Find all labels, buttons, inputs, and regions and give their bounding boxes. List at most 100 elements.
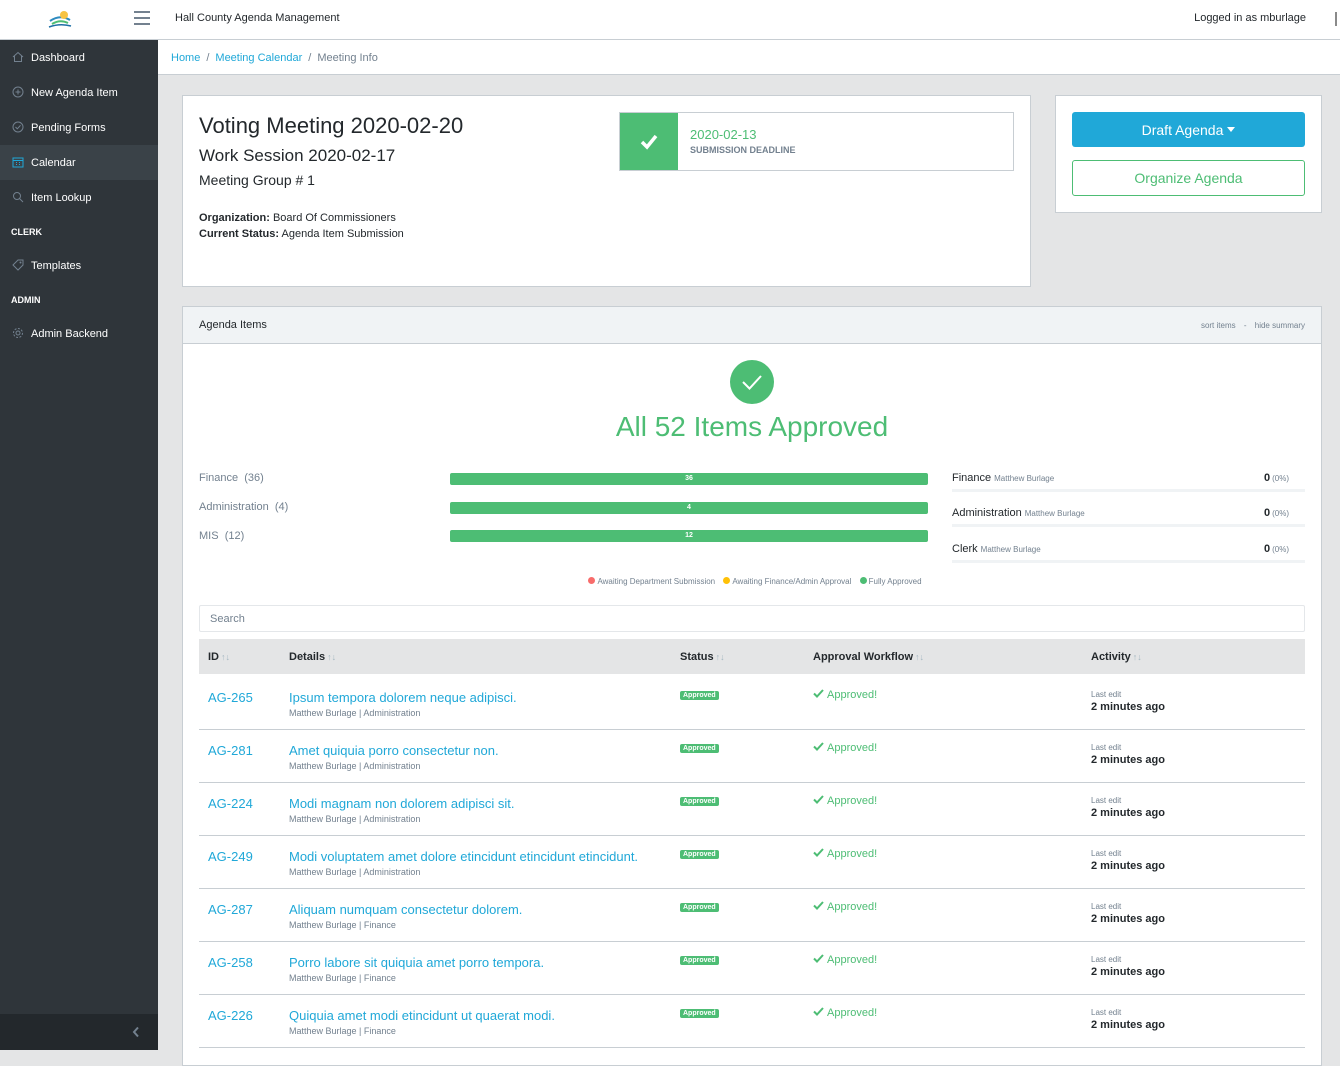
sidebar-item-admin-backend[interactable]: Admin Backend <box>0 316 158 351</box>
column-status[interactable]: Status ↑↓ <box>680 651 725 663</box>
last-edit-time: 2 minutes ago <box>1091 860 1165 872</box>
page-scrollbar[interactable] <box>1332 0 1340 40</box>
item-id-link[interactable]: AG-249 <box>208 849 253 864</box>
sidebar-minimizer[interactable] <box>0 1014 158 1050</box>
approval-workflow: Approved! <box>813 742 877 754</box>
organize-agenda-button[interactable]: Organize Agenda <box>1072 160 1305 196</box>
link-separator: - <box>1243 321 1247 330</box>
item-title-link[interactable]: Ipsum tempora dolorem neque adipisci. <box>289 690 517 705</box>
hall-county-logo[interactable] <box>46 8 74 30</box>
agenda-items-header: Agenda Items sort items - hide summary <box>183 307 1321 344</box>
plus-circle-icon <box>12 86 24 98</box>
last-edit-label: Last edit <box>1091 690 1122 699</box>
status-value: Agenda Item Submission <box>281 228 404 240</box>
last-edit-time: 2 minutes ago <box>1091 807 1165 819</box>
table-row[interactable]: AG-281 Amet quiquia porro consectetur non… <box>199 730 1305 783</box>
category-progress-bar: 12 <box>450 530 928 542</box>
submission-deadline-widget: 2020-02-13 SUBMISSION DEADLINE <box>619 112 1014 171</box>
table-row[interactable]: AG-287 Aliquam numquam consectetur dolore… <box>199 889 1305 942</box>
item-title-link[interactable]: Aliquam numquam consectetur dolorem. <box>289 902 522 917</box>
caret-down-icon <box>1227 127 1236 132</box>
item-title-link[interactable]: Modi magnam non dolorem adipisci sit. <box>289 796 514 811</box>
item-id-link[interactable]: AG-224 <box>208 796 253 811</box>
check-icon <box>813 689 824 698</box>
item-id-link[interactable]: AG-258 <box>208 955 253 970</box>
sort-icon: ↑↓ <box>327 652 337 662</box>
draft-agenda-button[interactable]: Draft Agenda <box>1072 112 1305 147</box>
home-icon <box>12 51 24 62</box>
approver-count: 0 (0%) <box>1263 543 1289 555</box>
work-session: Work Session 2020-02-17 <box>199 146 396 165</box>
category-finance: Finance (36) <box>199 472 264 484</box>
last-edit-label: Last edit <box>1091 849 1122 858</box>
check-icon <box>813 1007 824 1016</box>
column-id[interactable]: ID ↑↓ <box>208 651 230 663</box>
item-id-link[interactable]: AG-226 <box>208 1008 253 1023</box>
category-name: MIS <box>199 530 219 542</box>
yellow-dot-icon <box>723 577 731 584</box>
sidebar-item-pending-forms[interactable]: Pending Forms <box>0 110 158 145</box>
sidebar-item-label: Item Lookup <box>31 191 92 204</box>
agenda-items-title: Agenda Items <box>199 319 267 331</box>
sidebar-item-templates[interactable]: Templates <box>0 248 158 283</box>
hide-summary-link[interactable]: hide summary <box>1255 321 1305 330</box>
column-approval-workflow[interactable]: Approval Workflow ↑↓ <box>813 651 924 663</box>
item-meta: Matthew Burlage | Administration <box>289 867 421 877</box>
top-header: Hall County Agenda Management Logged in … <box>0 0 1340 40</box>
deadline-date: 2020-02-13 <box>690 127 757 142</box>
meeting-info-card: Voting Meeting 2020-02-20 Work Session 2… <box>182 95 1031 287</box>
item-title-link[interactable]: Porro labore sit quiquia amet porro temp… <box>289 955 544 970</box>
table-row[interactable]: AG-224 Modi magnam non dolorem adipisci s… <box>199 783 1305 836</box>
breadcrumb-separator: / <box>206 52 210 64</box>
approval-workflow: Approved! <box>813 901 877 913</box>
last-edit-time: 2 minutes ago <box>1091 754 1165 766</box>
breadcrumb-meeting-calendar[interactable]: Meeting Calendar <box>215 52 302 64</box>
menu-toggle-icon[interactable] <box>134 11 150 25</box>
sidebar-section-clerk: CLERK <box>11 226 42 237</box>
table-row[interactable]: AG-258 Porro labore sit quiquia amet porr… <box>199 942 1305 995</box>
red-dot-icon <box>588 577 596 584</box>
approver-progress <box>952 489 1305 492</box>
table-row[interactable]: AG-226 Quiquia amet modi etincidunt ut qu… <box>199 995 1305 1048</box>
sort-icon: ↑↓ <box>1132 652 1142 662</box>
meeting-title: Voting Meeting 2020-02-20 <box>199 113 464 138</box>
item-id-link[interactable]: AG-287 <box>208 902 253 917</box>
approval-workflow: Approved! <box>813 848 877 860</box>
last-edit-label: Last edit <box>1091 1008 1122 1017</box>
last-edit-time: 2 minutes ago <box>1091 1019 1165 1031</box>
approval-workflow: Approved! <box>813 689 877 701</box>
breadcrumb-current: Meeting Info <box>317 52 378 64</box>
sidebar-item-calendar[interactable]: Calendar <box>0 145 158 180</box>
column-activity[interactable]: Activity ↑↓ <box>1091 651 1142 663</box>
item-meta: Matthew Burlage | Finance <box>289 1026 396 1036</box>
item-title-link[interactable]: Amet quiquia porro consectetur non. <box>289 743 499 758</box>
table-row[interactable]: AG-265 Ipsum tempora dolorem neque adipis… <box>199 677 1305 730</box>
item-title-link[interactable]: Quiquia amet modi etincidunt ut quaerat … <box>289 1008 555 1023</box>
sidebar-item-new-agenda-item[interactable]: New Agenda Item <box>0 75 158 110</box>
sort-items-link[interactable]: sort items <box>1201 321 1236 330</box>
header-links: sort items - hide summary <box>1201 321 1305 330</box>
approver-row: Administration Matthew Burlage 0 (0%) <box>952 507 1305 527</box>
approver-person: Matthew Burlage <box>980 545 1041 554</box>
approver-person: Matthew Burlage <box>994 474 1055 483</box>
table-row[interactable]: AG-249 Modi voluptatem amet dolore etinci… <box>199 836 1305 889</box>
search-input[interactable]: Search <box>199 605 1305 632</box>
logged-in-user: Logged in as mburlage <box>1194 12 1306 24</box>
approver-dept: Finance <box>952 472 992 484</box>
status-badge: Approved <box>680 1009 719 1018</box>
check-icon <box>813 954 824 963</box>
item-id-link[interactable]: AG-281 <box>208 743 253 758</box>
approver-row: Finance Matthew Burlage 0 (0%) <box>952 472 1305 492</box>
item-title-link[interactable]: Modi voluptatem amet dolore etincidunt e… <box>289 849 638 864</box>
category-name: Administration <box>199 501 269 513</box>
item-id-link[interactable]: AG-265 <box>208 690 253 705</box>
column-details[interactable]: Details ↑↓ <box>289 651 336 663</box>
organization-value: Board Of Commissioners <box>272 212 396 224</box>
sidebar-item-dashboard[interactable]: Dashboard <box>0 40 158 75</box>
legend-awaiting-finance: Awaiting Finance/Admin Approval <box>732 577 852 586</box>
meeting-details: Organization: Board Of Commissioners Cur… <box>199 210 404 242</box>
tag-icon <box>12 259 24 271</box>
sidebar-item-item-lookup[interactable]: Item Lookup <box>0 180 158 215</box>
breadcrumb-home[interactable]: Home <box>171 52 200 64</box>
deadline-check-block <box>620 113 678 170</box>
